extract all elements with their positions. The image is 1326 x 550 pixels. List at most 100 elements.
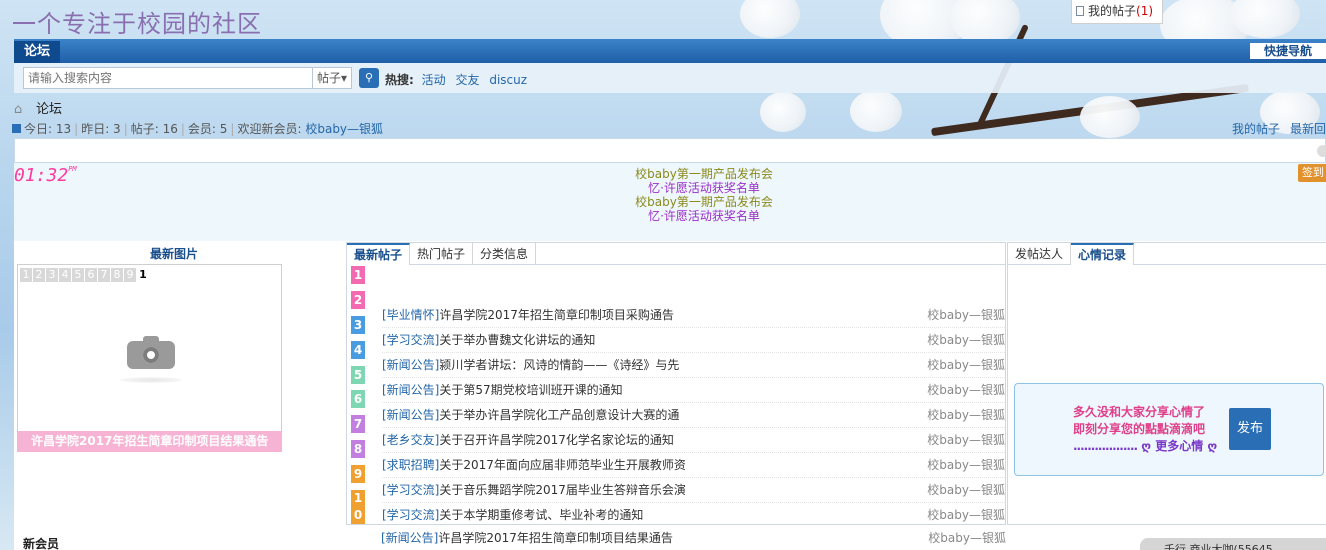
latest-replies-link[interactable]: 最新回 — [1290, 122, 1326, 136]
post-category[interactable]: [学习交流] — [382, 483, 439, 497]
welcome-text: 欢迎新会员: — [237, 122, 302, 136]
post-title[interactable]: 许昌学院2017年招生简章印制项目结果通告 — [438, 531, 673, 545]
rank-badge: 9 — [351, 465, 365, 484]
post-author[interactable]: 校baby—银狐 — [928, 527, 1006, 550]
hot-term-link[interactable]: 活动 — [422, 73, 446, 87]
new-member-title: 新会员 — [23, 537, 60, 550]
background-blossom — [850, 90, 902, 132]
post-author[interactable]: 校baby—银狐 — [927, 303, 1005, 327]
post-author[interactable]: 校baby—银狐 — [927, 403, 1005, 427]
post-title[interactable]: 关于第57期党校培训班开课的通知 — [439, 383, 622, 397]
search-button[interactable]: ⚲ — [359, 68, 379, 88]
my-posts-popup[interactable]: 我的帖子(1) — [1071, 0, 1163, 24]
post-row[interactable]: [新闻公告]关于第57期党校培训班开课的通知 校baby—银狐 — [382, 378, 1005, 403]
sign-in-button[interactable]: 签到 — [1298, 164, 1326, 182]
slider-page[interactable]: 8 — [111, 268, 123, 282]
quick-nav-button[interactable]: 快捷导航 — [1250, 43, 1326, 59]
posts-panel: 最新帖子 热门帖子 分类信息 1 2 3 4 5 6 7 8 9 1 0 [毕业情怀]许昌学院20… — [346, 242, 1006, 525]
post-title[interactable]: 关于举办曹魏文化讲坛的通知 — [439, 333, 595, 347]
post-title[interactable]: 关于召开许昌学院2017化学名家论坛的通知 — [439, 433, 674, 447]
slider-page[interactable]: 4 — [59, 268, 71, 282]
post-author[interactable]: 校baby—银狐 — [927, 428, 1005, 452]
nav-tab-forum[interactable]: 论坛 — [14, 41, 61, 63]
marquee-link[interactable]: 校baby第一期产品发布会 — [574, 195, 834, 209]
post-category[interactable]: [新闻公告] — [382, 383, 439, 397]
post-author[interactable]: 校baby—银狐 — [927, 353, 1005, 377]
collapse-icon[interactable] — [1317, 145, 1326, 157]
slider-page[interactable]: 9 — [124, 268, 136, 282]
slider-caption[interactable]: 许昌学院2017年招生简章印制项目结果通告 — [17, 431, 282, 452]
chart-icon — [12, 124, 21, 133]
slider-page[interactable]: 3 — [46, 268, 58, 282]
publish-mood-button[interactable]: 发布 — [1229, 408, 1271, 450]
my-posts-link[interactable]: 我的帖子 — [1232, 122, 1280, 136]
tab-category-info[interactable]: 分类信息 — [473, 243, 537, 265]
marquee-link[interactable]: 忆·许愿活动获奖名单 — [574, 181, 834, 195]
slider-page[interactable]: 2 — [33, 268, 45, 282]
post-row[interactable]: [老乡交友]关于召开许昌学院2017化学名家论坛的通知 校baby—银狐 — [382, 428, 1005, 453]
post-category[interactable]: [新闻公告] — [382, 358, 439, 372]
slider-page[interactable]: 5 — [72, 268, 84, 282]
post-title[interactable]: 关于2017年面向应届非师范毕业生开展教师资 — [439, 458, 686, 472]
hot-search: 热搜: 活动 交友 discuz — [385, 71, 533, 88]
post-title[interactable]: 关于举办许昌学院化工产品创意设计大赛的通 — [439, 408, 679, 422]
post-category[interactable]: [学习交流] — [382, 333, 439, 347]
my-posts-count: (1) — [1136, 4, 1154, 18]
new-member-link[interactable]: 校baby—银狐 — [305, 122, 383, 136]
tab-hot-posts[interactable]: 热门帖子 — [410, 243, 474, 265]
tab-latest-posts[interactable]: 最新帖子 — [347, 243, 411, 265]
post-title[interactable]: 关于本学期重修考试、毕业补考的通知 — [439, 508, 643, 522]
search-type-select[interactable]: 帖子▾ — [312, 67, 352, 89]
slider-page-current[interactable]: 1 — [137, 268, 149, 282]
post-title[interactable]: 许昌学院2017年招生简章印制项目采购通告 — [439, 308, 674, 322]
image-slider[interactable]: 1234567891 许昌学院2017年招生简章印制项目结果通告 — [17, 264, 282, 452]
mood-line-1: 多久没和大家分享心情了 — [1073, 405, 1206, 419]
stat-today: 今日: 13 — [24, 122, 72, 136]
post-category[interactable]: [学习交流] — [382, 508, 439, 522]
breadcrumb: ⌂ 论坛 — [14, 98, 62, 117]
hot-term-link[interactable]: 交友 — [455, 73, 479, 87]
post-row[interactable]: [新闻公告]许昌学院2017年招生简章印制项目结果通告 校baby—银狐 — [381, 527, 1006, 550]
post-row[interactable]: [学习交流]关于本学期重修考试、毕业补考的通知 校baby—银狐 — [382, 503, 1005, 524]
tab-mood-records[interactable]: 心情记录 — [1071, 243, 1135, 265]
clock-suffix: PM — [68, 165, 77, 173]
breadcrumb-current[interactable]: 论坛 — [36, 102, 62, 117]
post-row[interactable]: [学习交流]关于音乐舞蹈学院2017届毕业生答辩音乐会演 校baby—银狐 — [382, 478, 1005, 503]
post-category[interactable]: [新闻公告] — [382, 408, 439, 422]
marquee-link[interactable]: 忆·许愿活动获奖名单 — [574, 209, 834, 223]
search-input[interactable] — [23, 67, 313, 89]
post-category[interactable]: [老乡交友] — [382, 433, 439, 447]
post-author[interactable]: 校baby—银狐 — [927, 453, 1005, 477]
post-category[interactable]: [求职招聘] — [382, 458, 439, 472]
post-author[interactable]: 校baby—银狐 — [927, 478, 1005, 502]
post-author[interactable]: 校baby—银狐 — [927, 328, 1005, 352]
slider-pager: 1234567891 — [20, 267, 150, 282]
stat-members: 会员: 5 — [187, 122, 228, 136]
latest-pics-title: 最新图片 — [149, 247, 198, 261]
slider-page[interactable]: 7 — [98, 268, 110, 282]
document-icon — [1076, 6, 1084, 16]
posts-tabs: 最新帖子 热门帖子 分类信息 — [347, 243, 1005, 265]
tab-top-posters[interactable]: 发帖达人 — [1008, 243, 1072, 265]
home-icon[interactable]: ⌂ — [14, 102, 24, 117]
post-author[interactable]: 校baby—银狐 — [927, 503, 1005, 524]
chat-bar[interactable]: 千行 商业大咖(55645 — [1140, 538, 1326, 550]
camera-icon — [127, 336, 175, 369]
post-row[interactable]: [新闻公告]颍川学者讲坛：风诗的情韵——《诗经》与先 校baby—银狐 — [382, 353, 1005, 378]
post-category[interactable]: [毕业情怀] — [382, 308, 439, 322]
slider-page[interactable]: 1 — [20, 268, 32, 282]
more-moods-link[interactable]: ღ 更多心情 ღ — [1141, 439, 1217, 453]
post-title[interactable]: 关于音乐舞蹈学院2017届毕业生答辩音乐会演 — [439, 483, 686, 497]
post-row[interactable]: [学习交流]关于举办曹魏文化讲坛的通知 校baby—银狐 — [382, 328, 1005, 353]
post-title[interactable]: 颍川学者讲坛：风诗的情韵——《诗经》与先 — [439, 358, 679, 372]
site-title: 一个专注于校园的社区 — [12, 10, 262, 38]
post-row[interactable]: [求职招聘]关于2017年面向应届非师范毕业生开展教师资 校baby—银狐 — [382, 453, 1005, 478]
slider-page[interactable]: 6 — [85, 268, 97, 282]
post-category[interactable]: [新闻公告] — [381, 531, 438, 545]
post-author[interactable]: 校baby—银狐 — [927, 378, 1005, 402]
post-row[interactable]: [毕业情怀]许昌学院2017年招生简章印制项目采购通告 校baby—银狐 — [382, 303, 1005, 328]
hot-term-link[interactable]: discuz — [489, 73, 527, 87]
marquee-link[interactable]: 校baby第一期产品发布会 — [574, 167, 834, 181]
announcement-bar — [14, 138, 1326, 163]
post-row[interactable]: [新闻公告]关于举办许昌学院化工产品创意设计大赛的通 校baby—银狐 — [382, 403, 1005, 428]
